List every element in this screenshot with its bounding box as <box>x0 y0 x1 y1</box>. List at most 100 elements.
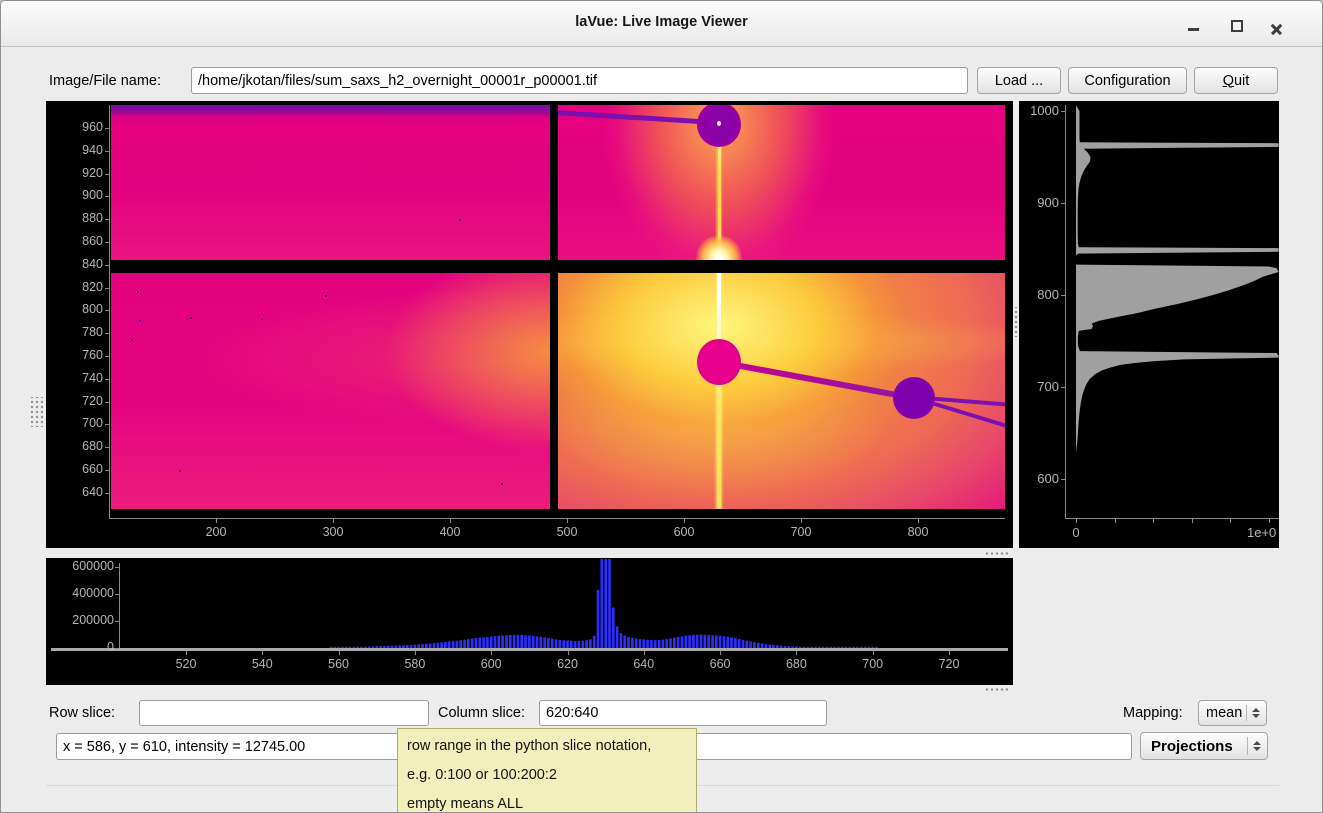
load-button[interactable]: Load ... <box>977 67 1061 94</box>
axis-tick-label: 860 <box>46 234 103 248</box>
projections-combobox[interactable]: Projections <box>1140 732 1268 760</box>
axis-tick-label: 700 <box>46 416 103 430</box>
axis-tick-mark <box>1192 519 1193 523</box>
histogram-bar <box>528 635 531 648</box>
axis-tick-mark <box>684 519 685 523</box>
detector-module-bottom-right <box>558 273 1005 509</box>
close-button[interactable] <box>1265 15 1287 35</box>
histogram-bar <box>608 559 611 648</box>
histogram-bar <box>616 626 619 648</box>
histogram-bar <box>543 637 546 648</box>
histogram-bar <box>631 638 634 648</box>
histogram-bar <box>704 635 707 648</box>
histogram-bar <box>532 636 535 648</box>
splitter-handle-center[interactable] <box>1013 307 1019 337</box>
axis-tick-mark <box>1076 519 1077 523</box>
histogram-bar <box>578 641 581 648</box>
configuration-button[interactable]: Configuration <box>1068 67 1187 94</box>
rh-x-axis <box>1065 518 1279 519</box>
histogram-bar <box>501 636 504 648</box>
axis-tick-mark <box>339 651 340 655</box>
axis-tick-mark <box>644 651 645 655</box>
axis-tick-mark <box>801 519 802 523</box>
row-intensity-histogram[interactable]: 600700800900100001e+0 <box>1019 101 1279 548</box>
axis-tick-label: 600 <box>471 657 511 671</box>
tooltip-line: row range in the python slice notation, <box>407 732 687 761</box>
axis-tick-mark <box>216 519 217 523</box>
histogram-bar <box>456 641 459 648</box>
histogram-bar <box>452 641 455 648</box>
splitter-handle-top[interactable] <box>985 550 1009 557</box>
histogram-bar <box>643 640 646 649</box>
tooltip-line: empty means ALL <box>407 790 687 813</box>
mapping-value: mean <box>1199 705 1246 721</box>
histogram-bar <box>723 636 726 648</box>
axis-tick-mark <box>415 651 416 655</box>
file-name-label: Image/File name: <box>49 73 161 89</box>
axis-tick-label: 200000 <box>48 613 114 627</box>
axis-tick-mark <box>949 651 950 655</box>
column-intensity-histogram[interactable]: 6000004000002000000520540560580600620640… <box>46 558 1013 685</box>
beamstop-holder-disc <box>893 377 935 419</box>
beamstop-disc-top <box>697 105 741 147</box>
axis-tick-label: 880 <box>46 211 103 225</box>
axis-tick-label: 620 <box>548 657 588 671</box>
window-title: laVue: Live Image Viewer <box>1 14 1322 30</box>
histogram-bar <box>604 559 607 648</box>
histogram-bar <box>650 640 653 648</box>
axis-tick-mark <box>1153 519 1154 523</box>
axis-tick-label: 300 <box>313 525 353 539</box>
splitter-handle-left[interactable] <box>31 397 43 427</box>
histogram-bar <box>688 635 691 648</box>
spinner-arrows-icon <box>1246 705 1264 722</box>
dead-pixels <box>111 273 113 275</box>
axis-tick-mark <box>115 621 119 622</box>
axis-tick-mark <box>567 519 568 523</box>
maximize-button[interactable] <box>1225 15 1247 35</box>
row-slice-input[interactable] <box>139 700 429 726</box>
maximize-icon <box>1231 20 1243 32</box>
column-slice-input[interactable]: 620:640 <box>539 700 827 726</box>
axis-tick-label: 700 <box>853 657 893 671</box>
histogram-bar <box>467 639 470 648</box>
spinner-arrows-icon <box>1247 737 1265 755</box>
axis-tick-label: 600 <box>1019 471 1059 486</box>
axis-tick-mark <box>568 651 569 655</box>
axis-tick-mark <box>115 648 119 649</box>
main-image-plot[interactable]: 6406606807007207407607808008208408608809… <box>46 101 1013 548</box>
histogram-bar <box>662 640 665 648</box>
histogram-bar <box>482 637 485 648</box>
bright-spot <box>696 235 742 260</box>
axis-tick-label: 0 <box>48 640 114 654</box>
file-name-input[interactable]: /home/jkotan/files/sum_saxs_h2_overnight… <box>191 67 968 94</box>
axis-tick-label: 0 <box>1066 525 1086 540</box>
axis-tick-mark <box>105 333 109 334</box>
close-icon <box>1270 23 1283 36</box>
splitter-handle-bottom[interactable] <box>985 686 1009 693</box>
histogram-bar <box>738 639 741 648</box>
axis-tick-label: 800 <box>1019 287 1059 302</box>
histogram-bar <box>677 637 680 648</box>
axis-tick-mark <box>1061 203 1065 204</box>
histogram-bar <box>494 636 497 648</box>
histogram-bar <box>707 635 710 648</box>
mapping-combobox[interactable]: mean <box>1198 700 1267 726</box>
histogram-bar <box>620 633 623 648</box>
minimize-button[interactable] <box>1183 15 1205 35</box>
axis-tick-mark <box>115 594 119 595</box>
histogram-bar <box>585 640 588 648</box>
axis-tick-label: 1e+0 <box>1247 525 1279 540</box>
histogram-bar <box>711 635 714 648</box>
axis-tick-mark <box>105 424 109 425</box>
axis-tick-label: 760 <box>46 348 103 362</box>
axis-tick-mark <box>105 151 109 152</box>
histogram-bar <box>669 638 672 648</box>
quit-button[interactable]: Quit <box>1194 67 1278 94</box>
axis-tick-mark <box>105 128 109 129</box>
histogram-bar <box>734 638 737 648</box>
row-histogram-shape <box>1076 106 1279 518</box>
histogram-bar <box>597 590 600 648</box>
axis-tick-label: 780 <box>46 325 103 339</box>
axis-tick-mark <box>105 242 109 243</box>
histogram-bar <box>517 635 520 648</box>
